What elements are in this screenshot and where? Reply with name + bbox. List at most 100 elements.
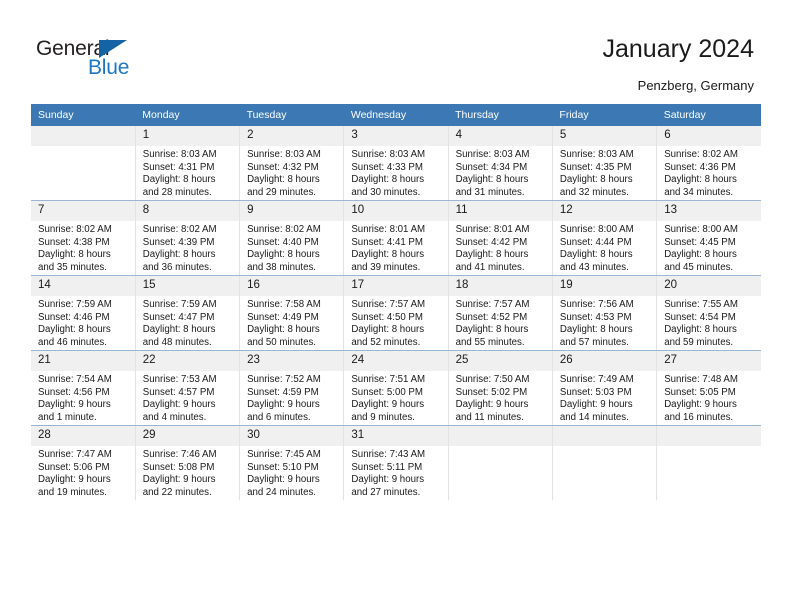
day-number: 8 [135,201,240,221]
day-number: 16 [240,276,344,296]
day-cell[interactable] [656,425,761,500]
day-cell[interactable]: 26 Sunrise: 7:49 AM Sunset: 5:03 PM Dayl… [551,350,658,426]
day-details: Sunrise: 8:03 AM Sunset: 4:31 PM Dayligh… [136,146,239,199]
daylight-text-line2: and 24 minutes. [247,486,316,498]
sunrise-text: Sunrise: 8:03 AM [351,149,426,160]
weekday-header-sunday: Sunday [31,104,136,126]
day-cell[interactable]: 4 Sunrise: 8:03 AM Sunset: 4:34 PM Dayli… [447,126,553,201]
day-cell[interactable]: 1 Sunrise: 8:03 AM Sunset: 4:31 PM Dayli… [134,126,241,201]
day-number: 24 [344,351,448,371]
day-cell[interactable]: 3 Sunrise: 8:03 AM Sunset: 4:33 PM Dayli… [343,126,449,201]
sunset-text: Sunset: 4:34 PM [455,161,528,173]
calendar-table: Sunday Monday Tuesday Wednesday Thursday… [31,104,761,500]
daylight-text-line1: Daylight: 8 hours [664,174,737,186]
day-cell[interactable]: 14 Sunrise: 7:59 AM Sunset: 4:46 PM Dayl… [31,275,136,351]
sunrise-text: Sunrise: 7:59 AM [38,299,112,310]
day-cell[interactable]: 12 Sunrise: 8:00 AM Sunset: 4:44 PM Dayl… [551,200,658,276]
day-cell[interactable]: 9 Sunrise: 8:02 AM Sunset: 4:40 PM Dayli… [239,200,345,276]
day-cell[interactable]: 25 Sunrise: 7:50 AM Sunset: 5:02 PM Dayl… [447,350,553,426]
day-cell[interactable] [31,126,136,201]
daylight-text-line2: and 27 minutes. [351,486,421,498]
sunset-text: Sunset: 5:08 PM [142,461,215,473]
sunrise-text: Sunrise: 8:02 AM [38,224,112,235]
daylight-text-line2: and 32 minutes. [559,186,629,198]
day-cell[interactable]: 24 Sunrise: 7:51 AM Sunset: 5:00 PM Dayl… [343,350,449,426]
day-cell[interactable] [447,425,553,500]
daylight-text-line2: and 34 minutes. [664,186,734,198]
sunrise-text: Sunrise: 7:50 AM [455,374,530,385]
day-cell[interactable]: 11 Sunrise: 8:01 AM Sunset: 4:42 PM Dayl… [447,200,553,276]
sunset-text: Sunset: 4:50 PM [351,311,423,323]
day-details [553,446,656,449]
daylight-text-line1: Daylight: 9 hours [351,474,425,486]
day-cell[interactable]: 6 Sunrise: 8:02 AM Sunset: 4:36 PM Dayli… [656,126,761,201]
day-cell[interactable]: 18 Sunrise: 7:57 AM Sunset: 4:52 PM Dayl… [447,275,553,351]
day-cell[interactable] [551,425,658,500]
daylight-text-line1: Daylight: 8 hours [559,249,633,261]
day-cell[interactable]: 21 Sunrise: 7:54 AM Sunset: 4:56 PM Dayl… [31,350,136,426]
day-details: Sunrise: 8:02 AM Sunset: 4:38 PM Dayligh… [31,221,135,274]
day-details: Sunrise: 7:55 AM Sunset: 4:54 PM Dayligh… [657,296,761,349]
sunset-text: Sunset: 4:47 PM [142,311,215,323]
day-cell[interactable]: 29 Sunrise: 7:46 AM Sunset: 5:08 PM Dayl… [134,425,241,500]
brand-logo[interactable]: General Blue [36,38,196,88]
day-cell[interactable]: 27 Sunrise: 7:48 AM Sunset: 5:05 PM Dayl… [656,350,761,426]
day-cell[interactable]: 30 Sunrise: 7:45 AM Sunset: 5:10 PM Dayl… [239,425,345,500]
daylight-text-line2: and 35 minutes. [38,261,107,273]
day-number: 25 [448,351,552,371]
day-details: Sunrise: 7:45 AM Sunset: 5:10 PM Dayligh… [240,446,343,499]
day-cell[interactable]: 13 Sunrise: 8:00 AM Sunset: 4:45 PM Dayl… [656,200,761,276]
daylight-text-line1: Daylight: 8 hours [38,324,111,336]
day-cell[interactable]: 5 Sunrise: 8:03 AM Sunset: 4:35 PM Dayli… [551,126,658,201]
day-number: 7 [31,201,135,221]
day-number: 6 [657,126,761,146]
sunset-text: Sunset: 5:00 PM [351,386,423,398]
sunset-text: Sunset: 4:59 PM [247,386,319,398]
day-number: 3 [344,126,448,146]
day-cell[interactable]: 23 Sunrise: 7:52 AM Sunset: 4:59 PM Dayl… [239,350,345,426]
daylight-text-line2: and 4 minutes. [142,411,207,423]
sunset-text: Sunset: 4:52 PM [455,311,528,323]
day-number: 27 [657,351,761,371]
daylight-text-line2: and 31 minutes. [455,186,525,198]
day-cell[interactable]: 16 Sunrise: 7:58 AM Sunset: 4:49 PM Dayl… [239,275,345,351]
daylight-text-line2: and 59 minutes. [664,336,734,348]
day-details: Sunrise: 7:51 AM Sunset: 5:00 PM Dayligh… [344,371,447,424]
day-details: Sunrise: 7:43 AM Sunset: 5:11 PM Dayligh… [344,446,447,499]
day-details: Sunrise: 7:59 AM Sunset: 4:46 PM Dayligh… [31,296,135,349]
daylight-text-line1: Daylight: 8 hours [351,174,425,186]
day-cell[interactable]: 10 Sunrise: 8:01 AM Sunset: 4:41 PM Dayl… [343,200,449,276]
day-cell[interactable]: 15 Sunrise: 7:59 AM Sunset: 4:47 PM Dayl… [134,275,241,351]
daylight-text-line1: Daylight: 9 hours [142,399,216,411]
daylight-text-line1: Daylight: 8 hours [142,324,216,336]
day-cell[interactable]: 28 Sunrise: 7:47 AM Sunset: 5:06 PM Dayl… [31,425,136,500]
calendar-week-row: 14 Sunrise: 7:59 AM Sunset: 4:46 PM Dayl… [31,275,761,351]
sunrise-text: Sunrise: 7:52 AM [247,374,321,385]
calendar-body: 1 Sunrise: 8:03 AM Sunset: 4:31 PM Dayli… [31,126,761,500]
day-cell[interactable]: 20 Sunrise: 7:55 AM Sunset: 4:54 PM Dayl… [656,275,761,351]
daylight-text-line1: Daylight: 8 hours [142,174,216,186]
day-cell[interactable]: 8 Sunrise: 8:02 AM Sunset: 4:39 PM Dayli… [134,200,241,276]
day-cell[interactable]: 7 Sunrise: 8:02 AM Sunset: 4:38 PM Dayli… [31,200,136,276]
day-cell[interactable]: 17 Sunrise: 7:57 AM Sunset: 4:50 PM Dayl… [343,275,449,351]
sunrise-text: Sunrise: 8:03 AM [455,149,530,160]
sunset-text: Sunset: 5:11 PM [351,461,423,473]
daylight-text-line2: and 38 minutes. [247,261,316,273]
day-number: 1 [135,126,240,146]
daylight-text-line2: and 6 minutes. [247,411,311,423]
sunrise-text: Sunrise: 7:48 AM [664,374,738,385]
day-cell[interactable]: 22 Sunrise: 7:53 AM Sunset: 4:57 PM Dayl… [134,350,241,426]
day-details: Sunrise: 8:00 AM Sunset: 4:45 PM Dayligh… [657,221,761,274]
day-cell[interactable]: 2 Sunrise: 8:03 AM Sunset: 4:32 PM Dayli… [239,126,345,201]
day-details: Sunrise: 7:48 AM Sunset: 5:05 PM Dayligh… [657,371,761,424]
daylight-text-line2: and 19 minutes. [38,486,107,498]
sunset-text: Sunset: 4:33 PM [351,161,423,173]
day-cell[interactable]: 31 Sunrise: 7:43 AM Sunset: 5:11 PM Dayl… [343,425,449,500]
sunrise-text: Sunrise: 8:02 AM [664,149,738,160]
day-details: Sunrise: 8:01 AM Sunset: 4:42 PM Dayligh… [449,221,552,274]
day-cell[interactable]: 19 Sunrise: 7:56 AM Sunset: 4:53 PM Dayl… [551,275,658,351]
day-details: Sunrise: 7:56 AM Sunset: 4:53 PM Dayligh… [553,296,656,349]
day-details: Sunrise: 7:46 AM Sunset: 5:08 PM Dayligh… [136,446,239,499]
daylight-text-line2: and 39 minutes. [351,261,421,273]
sunrise-text: Sunrise: 7:56 AM [559,299,634,310]
